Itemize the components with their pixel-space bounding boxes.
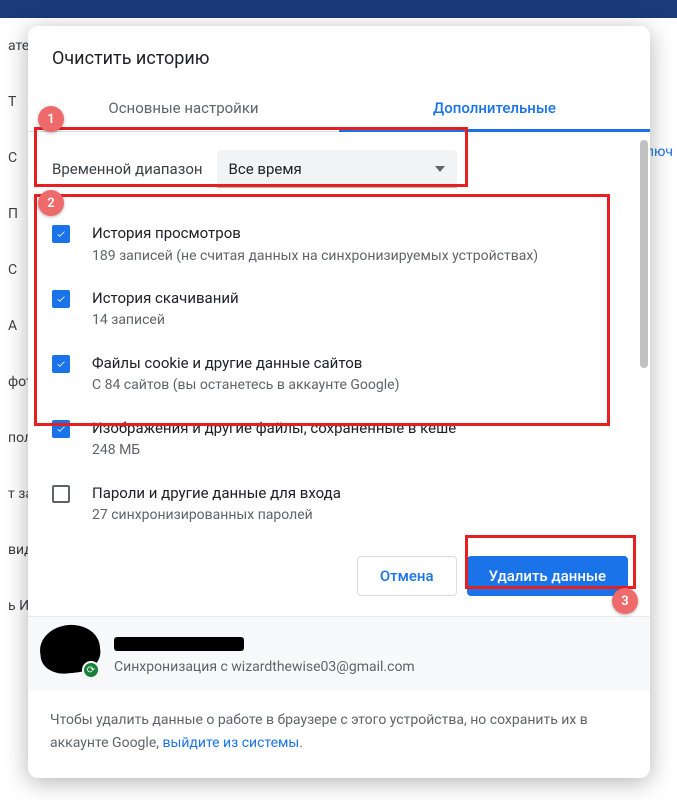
- scrollbar-track[interactable]: [640, 140, 648, 510]
- cancel-button[interactable]: Отмена: [357, 556, 457, 596]
- avatar-container: ⟳: [50, 631, 96, 677]
- tabs-row: Основные настройки Дополнительные: [28, 87, 650, 132]
- footer-text: Чтобы удалить данные о работе в браузере…: [50, 712, 588, 750]
- checkbox-passwords[interactable]: [52, 485, 70, 503]
- check-icon: [56, 294, 66, 304]
- item-title: Файлы cookie и другие данные сайтов: [92, 352, 626, 375]
- item-subtitle: 248 МБ: [92, 439, 626, 461]
- dialog-title: Очистить историю: [28, 26, 650, 87]
- item-subtitle: 14 записей: [92, 309, 626, 331]
- item-subtitle: С 84 сайтов (вы останетесь в аккаунте Go…: [92, 374, 626, 396]
- time-range-row: Временной диапазон Все время: [52, 144, 626, 194]
- item-subtitle: 189 записей (не считая данных на синхрон…: [92, 245, 626, 267]
- item-cached-images: Изображения и другие файлы, сохраненные …: [52, 407, 626, 472]
- checkbox-cached-images[interactable]: [52, 420, 70, 438]
- item-browsing-history: История просмотров 189 записей (не счита…: [52, 212, 626, 277]
- checkbox-list: История просмотров 189 записей (не счита…: [52, 212, 626, 534]
- check-icon: [56, 229, 66, 239]
- time-range-dropdown[interactable]: Все время: [217, 150, 457, 188]
- footer-text: .: [299, 735, 303, 751]
- checkbox-cookies[interactable]: [52, 355, 70, 373]
- chevron-down-icon: [435, 166, 445, 172]
- window-topbar: [0, 0, 677, 18]
- check-icon: [56, 424, 66, 434]
- checkbox-browsing-history[interactable]: [52, 225, 70, 243]
- account-sync-text: Синхронизация с wizardthewise03@gmail.co…: [114, 659, 628, 675]
- footer-note: Чтобы удалить данные о работе в браузере…: [28, 691, 650, 778]
- time-range-label: Временной диапазон: [52, 160, 203, 178]
- item-title: Пароли и другие данные для входа: [92, 482, 626, 505]
- item-title: История скачиваний: [92, 287, 626, 310]
- dialog-buttons: Отмена Удалить данные: [28, 534, 650, 616]
- dialog-content: Временной диапазон Все время История про…: [28, 132, 650, 534]
- tab-basic[interactable]: Основные настройки: [28, 87, 339, 131]
- clear-data-button[interactable]: Удалить данные: [467, 556, 628, 596]
- sign-out-link[interactable]: выйдите из системы: [162, 735, 299, 751]
- item-title: Изображения и другие файлы, сохраненные …: [92, 417, 626, 440]
- tab-advanced[interactable]: Дополнительные: [339, 87, 650, 131]
- check-icon: [56, 359, 66, 369]
- sync-badge-icon: ⟳: [82, 661, 100, 679]
- redacted-account-name: [114, 637, 244, 651]
- item-title: История просмотров: [92, 222, 626, 245]
- item-download-history: История скачиваний 14 записей: [52, 277, 626, 342]
- item-passwords: Пароли и другие данные для входа 27 синх…: [52, 472, 626, 535]
- sync-icon: ⟳: [87, 665, 95, 676]
- checkbox-download-history[interactable]: [52, 290, 70, 308]
- item-cookies: Файлы cookie и другие данные сайтов С 84…: [52, 342, 626, 407]
- scrollbar-thumb[interactable]: [640, 140, 648, 368]
- clear-browsing-data-dialog: Очистить историю Основные настройки Допо…: [28, 26, 650, 778]
- time-range-value: Все время: [229, 160, 302, 178]
- account-section: ⟳ Синхронизация с wizardthewise03@gmail.…: [28, 616, 650, 691]
- item-subtitle: 27 синхронизированных паролей: [92, 504, 626, 526]
